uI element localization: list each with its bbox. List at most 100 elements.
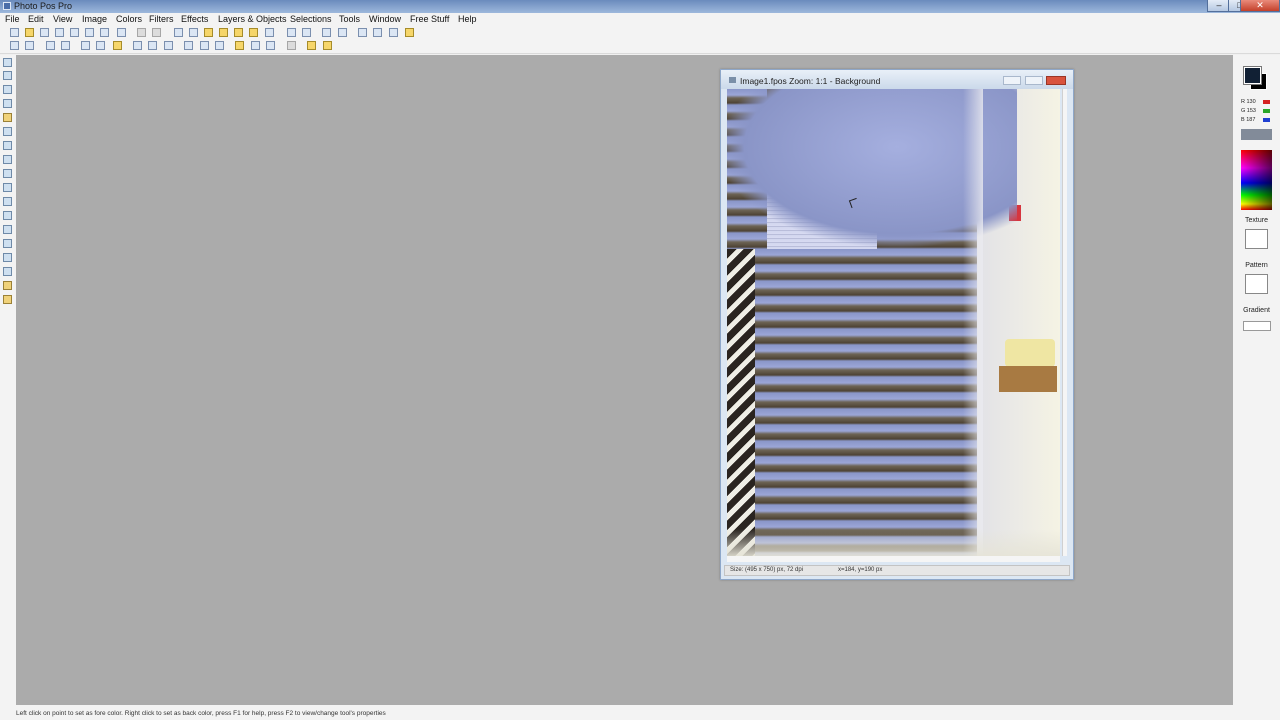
new-icon[interactable] (10, 28, 19, 37)
green-value: G 153 (1241, 108, 1256, 114)
print-icon[interactable] (85, 28, 94, 37)
flip-v-icon[interactable] (25, 41, 34, 50)
window-icon[interactable] (389, 28, 398, 37)
menu-tools[interactable]: Tools (339, 14, 360, 24)
lasso-icon[interactable] (3, 99, 12, 108)
menu-free-stuff[interactable]: Free Stuff (410, 14, 449, 24)
title-bar: Photo Pos Pro – □ ✕ (0, 0, 1280, 13)
layers-icon[interactable] (133, 41, 142, 50)
brush-icon[interactable] (3, 155, 12, 164)
crop-icon[interactable] (81, 41, 90, 50)
tool-palette (0, 55, 16, 705)
rect-select-icon[interactable] (3, 85, 12, 94)
menu-colors[interactable]: Colors (116, 14, 142, 24)
pen-icon[interactable] (3, 183, 12, 192)
image-size-readout: Size: (495 x 750) px, 72 dpi (730, 567, 804, 573)
image-icon[interactable] (184, 41, 193, 50)
move-tool-icon[interactable] (3, 58, 12, 67)
canvas-icon[interactable] (96, 41, 105, 50)
menu-filters[interactable]: Filters (149, 14, 174, 24)
grid-icon[interactable] (266, 41, 275, 50)
batch-icon[interactable] (338, 28, 347, 37)
clone-icon[interactable] (3, 197, 12, 206)
copy-icon[interactable] (189, 28, 198, 37)
zoom-in-icon[interactable] (287, 28, 296, 37)
red-eye-icon[interactable] (3, 295, 12, 304)
resize-icon[interactable] (358, 28, 367, 37)
fore-color-swatch[interactable] (1244, 67, 1261, 84)
arrows-v-icon[interactable] (61, 41, 70, 50)
vertical-scrollbar[interactable] (1062, 89, 1067, 556)
image-window-titlebar[interactable]: Image1.fpos Zoom: 1:1 - Background (721, 70, 1073, 89)
menu-file[interactable]: File (5, 14, 20, 24)
close-button[interactable]: ✕ (1240, 0, 1280, 12)
gradient-swatch[interactable] (1243, 321, 1271, 331)
save-as-icon[interactable] (70, 28, 79, 37)
zoom-tool-icon[interactable] (3, 71, 12, 80)
shape-icon[interactable] (287, 41, 296, 50)
cursor-coords-readout: x=184, y=190 px (838, 567, 883, 573)
magic-wand-icon[interactable] (3, 113, 12, 122)
status-hint: Left click on point to set as fore color… (16, 710, 386, 717)
undo-icon[interactable] (137, 28, 146, 37)
browse-icon[interactable] (40, 28, 49, 37)
green-chip (1263, 109, 1270, 113)
color-spectrum[interactable] (1241, 150, 1272, 210)
paste-icon[interactable] (204, 28, 213, 37)
effects-icon[interactable] (200, 41, 209, 50)
arrows-h-icon[interactable] (46, 41, 55, 50)
eraser-icon[interactable] (3, 281, 12, 290)
paste-layer-icon[interactable] (234, 28, 243, 37)
paste-object-icon[interactable] (249, 28, 258, 37)
window-title: Photo Pos Pro (14, 1, 73, 11)
menu-window[interactable]: Window (369, 14, 401, 24)
menu-layers-objects[interactable]: Layers & Objects (218, 14, 287, 24)
pencil-icon[interactable] (405, 28, 414, 37)
red-chip (1263, 100, 1270, 104)
menu-selections[interactable]: Selections (290, 14, 332, 24)
airbrush-icon[interactable] (3, 169, 12, 178)
redo-icon[interactable] (152, 28, 161, 37)
frame-icon[interactable] (164, 41, 173, 50)
zoom-out-icon[interactable] (302, 28, 311, 37)
objects-icon[interactable] (148, 41, 157, 50)
open-icon[interactable] (25, 28, 34, 37)
rotate-icon[interactable] (373, 28, 382, 37)
image-maximize-button[interactable] (1025, 76, 1043, 85)
menu-effects[interactable]: Effects (181, 14, 208, 24)
crop-tool-icon[interactable] (3, 127, 12, 136)
adjust-icon[interactable] (113, 41, 122, 50)
image-close-button[interactable] (1046, 76, 1066, 85)
image-canvas[interactable] (727, 89, 1060, 556)
eyedropper-icon[interactable] (3, 141, 12, 150)
paste-new-icon[interactable] (219, 28, 228, 37)
texture-swatch[interactable] (1245, 229, 1268, 249)
image-minimize-button[interactable] (1003, 76, 1021, 85)
menu-image[interactable]: Image (82, 14, 107, 24)
magic-icon[interactable] (322, 28, 331, 37)
smudge-icon[interactable] (3, 267, 12, 276)
image-window[interactable]: Image1.fpos Zoom: 1:1 - Background Size:… (720, 69, 1074, 580)
star-icon[interactable] (323, 41, 332, 50)
fill-icon[interactable] (3, 211, 12, 220)
flip-h-icon[interactable] (10, 41, 19, 50)
shape-tool-icon[interactable] (3, 253, 12, 262)
gradient-tool-icon[interactable] (3, 225, 12, 234)
save-icon[interactable] (55, 28, 64, 37)
horizontal-scrollbar[interactable] (727, 556, 1060, 562)
filters-icon[interactable] (215, 41, 224, 50)
scan-icon[interactable] (117, 28, 126, 37)
text-icon[interactable] (235, 41, 244, 50)
wand-icon[interactable] (307, 41, 316, 50)
blue-value: B 187 (1241, 117, 1256, 123)
cut-icon[interactable] (174, 28, 183, 37)
print-preview-icon[interactable] (100, 28, 109, 37)
menu-view[interactable]: View (53, 14, 72, 24)
menu-help[interactable]: Help (458, 14, 477, 24)
pattern-swatch[interactable] (1245, 274, 1268, 294)
image-window-title: Image1.fpos Zoom: 1:1 - Background (740, 76, 881, 86)
text-tool-icon[interactable] (3, 239, 12, 248)
paste-special-icon[interactable] (265, 28, 274, 37)
mask-icon[interactable] (251, 41, 260, 50)
menu-edit[interactable]: Edit (28, 14, 44, 24)
